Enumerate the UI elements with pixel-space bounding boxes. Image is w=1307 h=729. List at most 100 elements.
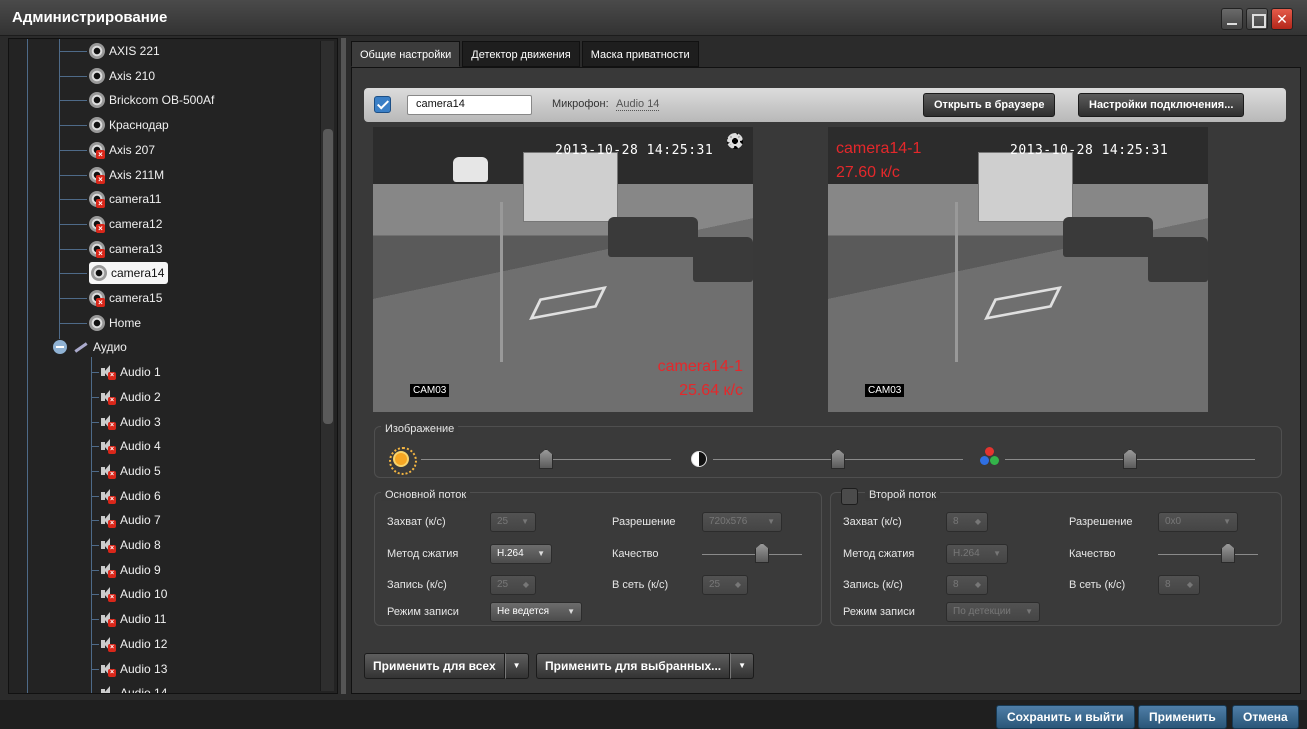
speaker-icon: ×	[99, 562, 117, 578]
tree-audio-item[interactable]: × Audio 8	[91, 534, 161, 556]
record-mode-select[interactable]: Не ведется ▼	[490, 602, 582, 622]
quality-slider-thumb[interactable]	[755, 543, 769, 563]
tab-motion-detector[interactable]: Детектор движения	[462, 41, 580, 67]
tree-camera-item[interactable]: × camera13	[59, 238, 162, 260]
tree-connector	[91, 545, 99, 546]
tree-camera-item[interactable]: Axis 210	[59, 65, 155, 87]
record-mode-label: Режим записи	[843, 606, 915, 618]
tree-camera-item[interactable]: × Axis 207	[59, 139, 155, 161]
tree-audio-item[interactable]: × Audio 6	[91, 485, 161, 507]
main-stream-video[interactable]: 2013-10-28 14:25:31 CAM03 camera14-1 25.…	[373, 127, 753, 412]
tree-audio-group[interactable]: Аудио	[53, 336, 127, 358]
tree-audio-item[interactable]: × Audio 3	[91, 411, 161, 433]
tab-privacy-mask[interactable]: Маска приватности	[581, 41, 699, 67]
tab-general[interactable]: Общие настройки	[351, 41, 461, 67]
tree-audio-item[interactable]: × Audio 14	[91, 682, 167, 693]
connection-settings-button[interactable]: Настройки подключения...	[1078, 93, 1245, 117]
capture-fps-select[interactable]: 25 ▼	[490, 512, 536, 532]
apply-button[interactable]: Применить	[1138, 705, 1227, 729]
resolution-select[interactable]: 720x576 ▼	[702, 512, 782, 532]
tree-camera-item[interactable]: Краснодар	[59, 114, 169, 136]
tree-camera-item[interactable]: camera14	[59, 262, 169, 285]
video-cam-tag: CAM03	[410, 384, 450, 397]
error-icon: ×	[96, 248, 105, 258]
tree-audio-item[interactable]: × Audio 2	[91, 386, 161, 408]
error-icon: ×	[96, 174, 105, 184]
network-fps-spinner[interactable]: 25 ◆	[702, 575, 748, 595]
tree-camera-item[interactable]: × Axis 211M	[59, 164, 164, 186]
tree-audio-item[interactable]: × Audio 10	[91, 583, 167, 605]
record-mode-select[interactable]: По детекции ▼	[946, 602, 1040, 622]
main-stream-panel: Основной поток Захват (к/с) 25 ▼ Разрешен…	[374, 489, 822, 626]
quality-slider-track[interactable]	[1158, 554, 1258, 555]
video-car	[693, 237, 753, 282]
tree-audio-item[interactable]: × Audio 7	[91, 509, 161, 531]
video-pole	[500, 202, 503, 362]
chevron-down-icon: ▼	[512, 661, 521, 670]
quality-label: Качество	[1069, 548, 1116, 560]
record-fps-spinner[interactable]: 25 ◆	[490, 575, 536, 595]
tree-connector	[91, 668, 99, 670]
device-tree[interactable]: AXIS 221 Axis 210 Brickcom OB-500Af Краснод…	[8, 38, 338, 694]
microphone-link[interactable]: Audio 14	[616, 98, 660, 111]
tree-audio-item[interactable]: × Audio 13	[91, 658, 167, 680]
close-button[interactable]: ✕	[1271, 8, 1293, 30]
tree-item-label: Audio 8	[120, 538, 161, 552]
network-fps-spinner[interactable]: 8 ◆	[1158, 575, 1200, 595]
brightness-slider-thumb[interactable]	[539, 449, 553, 469]
apply-all-dropdown[interactable]: ▼	[504, 653, 529, 679]
tree-connector	[91, 520, 99, 522]
maximize-button[interactable]	[1246, 8, 1268, 30]
quality-slider-track[interactable]	[702, 554, 802, 555]
collapse-icon[interactable]	[53, 340, 67, 355]
tree-audio-item[interactable]: × Audio 5	[91, 460, 161, 482]
error-icon: ×	[108, 372, 116, 381]
camera-enabled-checkbox[interactable]	[374, 96, 391, 113]
codec-select[interactable]: H.264 ▼	[946, 544, 1008, 564]
tree-audio-item[interactable]: × Audio 12	[91, 633, 167, 655]
cancel-button[interactable]: Отмена	[1232, 705, 1299, 729]
error-icon: ×	[108, 396, 116, 405]
apply-selected-button[interactable]: Применить для выбранных...	[536, 653, 731, 679]
tree-connector	[59, 75, 87, 77]
second-stream-video[interactable]: 2013-10-28 14:25:31 CAM03 camera14-1 27.…	[828, 127, 1208, 412]
apply-all-button[interactable]: Применить для всех	[364, 653, 505, 679]
speaker-icon: ×	[99, 636, 117, 652]
video-truck	[978, 152, 1073, 222]
tree-scrollbar[interactable]	[320, 41, 334, 691]
quality-label: Качество	[612, 548, 659, 560]
second-stream-panel: Второй поток Захват (к/с) 8 ◆ Разрешение …	[830, 488, 1282, 626]
tree-audio-item[interactable]: × Audio 11	[91, 608, 166, 630]
tree-camera-item[interactable]: Home	[59, 312, 141, 334]
tree-camera-item[interactable]: × camera12	[59, 213, 162, 235]
saturation-slider-thumb[interactable]	[1123, 449, 1137, 469]
panel-splitter[interactable]	[341, 38, 346, 694]
save-and-exit-button[interactable]: Сохранить и выйти	[996, 705, 1135, 729]
tree-camera-item[interactable]: AXIS 221	[59, 40, 160, 62]
tree-audio-item[interactable]: × Audio 9	[91, 559, 161, 581]
gear-icon[interactable]	[727, 133, 743, 149]
record-fps-spinner[interactable]: 8 ◆	[946, 575, 988, 595]
tree-audio-item[interactable]: × Audio 4	[91, 435, 161, 457]
tree-connector	[59, 174, 87, 176]
contrast-slider-thumb[interactable]	[831, 449, 845, 469]
camera-name-input[interactable]: camera14	[407, 95, 532, 115]
codec-select[interactable]: H.264 ▼	[490, 544, 552, 564]
tree-audio-item[interactable]: × Audio 1	[91, 361, 161, 383]
capture-fps-spinner[interactable]: 8 ◆	[946, 512, 988, 532]
error-icon: ×	[108, 470, 116, 479]
tree-camera-item[interactable]: × camera15	[59, 287, 162, 309]
minimize-button[interactable]	[1221, 8, 1243, 30]
tree-scrollbar-thumb[interactable]	[323, 129, 333, 424]
second-stream-checkbox[interactable]	[841, 488, 858, 505]
quality-slider-thumb[interactable]	[1221, 543, 1235, 563]
apply-selected-dropdown[interactable]: ▼	[730, 653, 755, 679]
tree-item-label: Audio 3	[120, 414, 161, 429]
main-stream-title: Основной поток	[381, 489, 471, 501]
tree-camera-item[interactable]: × camera11	[59, 188, 161, 210]
open-in-browser-button[interactable]: Открыть в браузере	[923, 93, 1056, 117]
tree-camera-item[interactable]: Brickcom OB-500Af	[59, 89, 214, 111]
speaker-icon: ×	[99, 414, 117, 430]
resolution-select[interactable]: 0x0 ▼	[1158, 512, 1238, 532]
tree-guide-line	[27, 39, 28, 693]
